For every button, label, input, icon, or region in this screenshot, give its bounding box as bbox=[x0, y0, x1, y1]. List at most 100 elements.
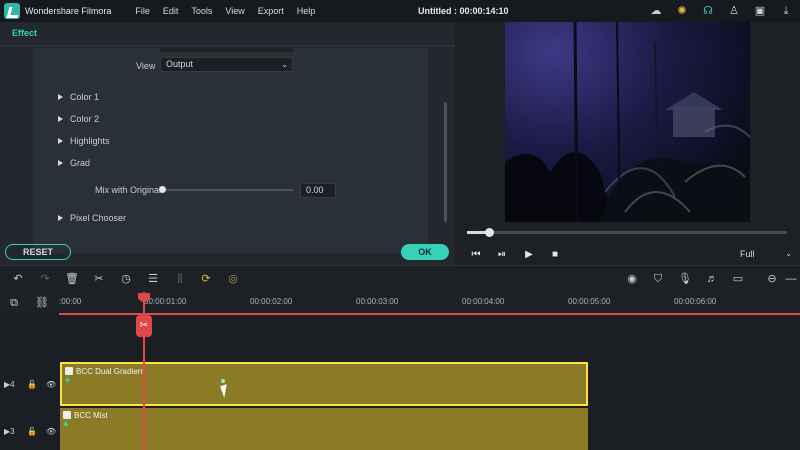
filmora-logo-icon bbox=[4, 3, 20, 19]
settings-scrollbar[interactable] bbox=[444, 102, 447, 222]
zoom-out-icon[interactable]: ⊖ bbox=[764, 271, 780, 287]
redo-icon[interactable]: ↷ bbox=[37, 271, 53, 287]
mix-slider-handle[interactable] bbox=[159, 186, 166, 193]
track-4-controls: ▶4 bbox=[4, 380, 15, 389]
property-color-2[interactable]: Color 2 bbox=[58, 114, 99, 124]
menu-help[interactable]: Help bbox=[297, 6, 316, 16]
expand-triangle-icon bbox=[58, 94, 63, 100]
video-preview bbox=[505, 22, 750, 222]
adjust-icon[interactable]: ☰ bbox=[145, 271, 161, 287]
ruler-label: 00:00:04:00 bbox=[462, 297, 505, 306]
clip-thumbnail-icon bbox=[65, 367, 73, 375]
scissor-icon[interactable]: ✂ bbox=[136, 315, 152, 337]
speed-icon[interactable]: ◷ bbox=[118, 271, 134, 287]
lock-icon[interactable]: 🔓 bbox=[27, 380, 37, 389]
ok-button[interactable]: OK bbox=[401, 244, 449, 260]
step-back-icon[interactable]: ⏯ bbox=[496, 249, 508, 261]
menu-view[interactable]: View bbox=[225, 6, 244, 16]
timeline-toolbar: ↶ ↷ 🗑 ✂ ◷ ☰ ⫼ ⟳ ◎ ◉ ⛉ 🎙 ♬ ▭ ⊖ — bbox=[0, 265, 800, 292]
track-number: 3 bbox=[10, 427, 15, 436]
zoom-slider-icon[interactable]: — bbox=[783, 271, 799, 287]
tab-effect[interactable]: Effect bbox=[12, 28, 37, 38]
cut-icon[interactable]: ✂ bbox=[91, 271, 107, 287]
prev-frame-icon[interactable]: ⏮ bbox=[470, 249, 482, 261]
title-bar: Wondershare Filmora File Edit Tools View… bbox=[0, 0, 800, 22]
property-pixel-chooser[interactable]: Pixel Chooser bbox=[58, 213, 126, 223]
mix-with-original-label: Mix with Original bbox=[95, 185, 162, 195]
menu-tools[interactable]: Tools bbox=[191, 6, 212, 16]
delete-icon[interactable]: 🗑 bbox=[64, 271, 80, 287]
bulb-icon[interactable]: ✺ bbox=[674, 3, 690, 19]
document-title: Untitled : 00:00:14:10 bbox=[418, 6, 509, 16]
render-icon[interactable]: ◉ bbox=[624, 271, 640, 287]
eye-icon[interactable]: 👁 bbox=[46, 427, 56, 436]
zoom-dropdown[interactable]: Full ⌄ bbox=[737, 247, 792, 261]
expand-triangle-icon bbox=[58, 116, 63, 122]
effect-gem-icon: ◆ bbox=[65, 377, 71, 384]
property-grad[interactable]: Grad bbox=[58, 158, 90, 168]
chevron-down-icon: ⌄ bbox=[281, 60, 288, 69]
view-dropdown[interactable]: Output ⌄ bbox=[160, 57, 293, 72]
headset-icon[interactable]: ☊ bbox=[700, 3, 716, 19]
clip-title: BCC Mist bbox=[74, 411, 108, 420]
ruler-label: 00:00:01:00 bbox=[144, 297, 187, 306]
mix-value-input[interactable]: 0.00 bbox=[300, 183, 336, 198]
microphone-icon[interactable]: 🎙 bbox=[677, 271, 693, 287]
user-icon[interactable]: ♙ bbox=[726, 3, 742, 19]
undo-icon[interactable]: ↶ bbox=[10, 271, 26, 287]
preview-panel: ⏮ ⏯ ▶ ■ Full ⌄ bbox=[455, 22, 800, 265]
effect-panel: Effect View Output ⌄ Color 1 Color 2 Hig… bbox=[0, 22, 455, 265]
link-icon[interactable]: ⛓ bbox=[34, 295, 50, 311]
lock-icon[interactable]: 🔓 bbox=[27, 427, 37, 436]
property-color-1[interactable]: Color 1 bbox=[58, 92, 99, 102]
ruler-label: 00:00:03:00 bbox=[356, 297, 399, 306]
play-icon[interactable]: ▶ bbox=[523, 249, 535, 261]
menu-edit[interactable]: Edit bbox=[163, 6, 179, 16]
ruler-label: 00:00:06:00 bbox=[674, 297, 717, 306]
clip-thumbnail-icon bbox=[63, 411, 71, 419]
cloud-icon[interactable]: ☁ bbox=[648, 3, 664, 19]
add-track-icon[interactable]: ⧉ bbox=[6, 295, 22, 311]
snapshot-icon[interactable]: ▭ bbox=[730, 271, 746, 287]
expand-triangle-icon bbox=[58, 138, 63, 144]
settings-top-edge bbox=[160, 48, 293, 52]
ruler-label: 00:00:05:00 bbox=[568, 297, 611, 306]
chevron-down-icon: ⌄ bbox=[785, 249, 792, 258]
property-highlights[interactable]: Highlights bbox=[58, 136, 110, 146]
clip-bcc-mist[interactable]: BCC Mist ◆ bbox=[60, 408, 588, 450]
menu-export[interactable]: Export bbox=[258, 6, 284, 16]
save-icon[interactable]: ▣ bbox=[752, 3, 768, 19]
menu-bar: File Edit Tools View Export Help bbox=[135, 6, 328, 16]
app-name: Wondershare Filmora bbox=[25, 6, 112, 16]
view-label: View bbox=[136, 61, 156, 71]
download-icon[interactable]: ⤓ bbox=[778, 3, 794, 19]
zoom-value: Full bbox=[740, 249, 755, 259]
ruler-label: :00:00 bbox=[59, 297, 82, 306]
timeline-ruler[interactable]: :00:00 00:00:01:00 00:00:02:00 00:00:03:… bbox=[59, 292, 800, 314]
reset-button[interactable]: RESET bbox=[5, 244, 71, 260]
expand-triangle-icon bbox=[58, 160, 63, 166]
color-match-icon[interactable]: ⟳ bbox=[198, 271, 214, 287]
titlebar-icons: ☁ ✺ ☊ ♙ ▣ ⤓ bbox=[638, 3, 794, 19]
preview-progress-track[interactable] bbox=[467, 231, 787, 234]
clip-title: BCC Dual Gradient bbox=[76, 367, 145, 376]
view-dropdown-value: Output bbox=[166, 59, 194, 69]
clip-marker-dot bbox=[221, 379, 225, 383]
eye-icon[interactable]: 👁 bbox=[46, 380, 56, 389]
night-forest-scene bbox=[505, 22, 750, 222]
audio-wave-icon[interactable]: ⫼ bbox=[172, 271, 188, 287]
mixer-icon[interactable]: ♬ bbox=[704, 271, 720, 287]
effect-gem-icon: ◆ bbox=[63, 421, 69, 428]
track-number: 4 bbox=[10, 380, 15, 389]
speed-ramp-icon[interactable]: ◎ bbox=[225, 271, 241, 287]
stop-icon[interactable]: ■ bbox=[549, 249, 561, 261]
mix-slider-track[interactable] bbox=[162, 189, 293, 191]
menu-file[interactable]: File bbox=[135, 6, 150, 16]
marker-icon[interactable]: ⛉ bbox=[650, 271, 666, 287]
ruler-label: 00:00:02:00 bbox=[250, 297, 293, 306]
clip-bcc-dual-gradient[interactable]: BCC Dual Gradient ◆ bbox=[60, 362, 588, 406]
expand-triangle-icon bbox=[58, 215, 63, 221]
preview-progress-handle[interactable] bbox=[485, 228, 494, 237]
filmora-window: Wondershare Filmora File Edit Tools View… bbox=[0, 0, 800, 450]
tab-divider bbox=[0, 45, 455, 46]
